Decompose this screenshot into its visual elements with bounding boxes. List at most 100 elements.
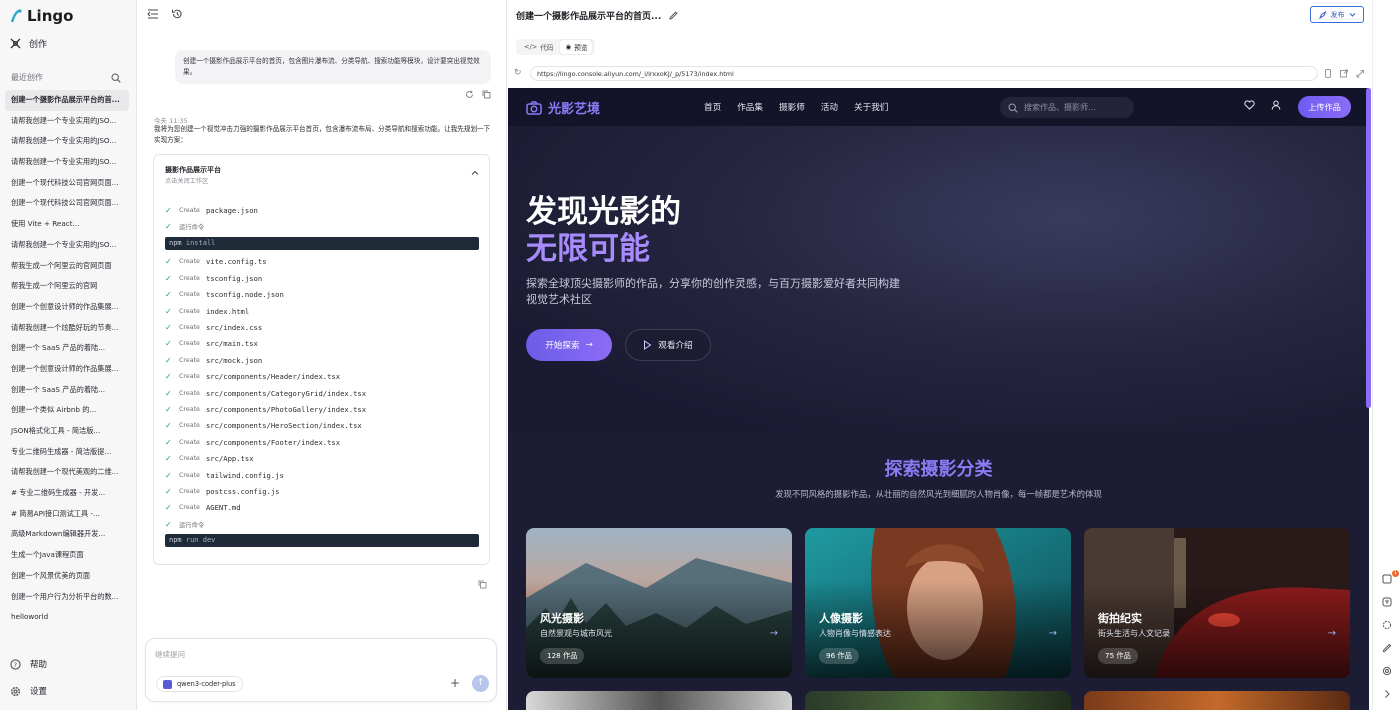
- history-item[interactable]: JSON格式化工具 - 简洁版...: [5, 421, 129, 442]
- category-card-nature[interactable]: [805, 691, 1071, 710]
- step-list: ✓ Create package.json ✓ 运行命令 npm install ✓ Crea…: [165, 202, 479, 551]
- help-link[interactable]: ? 帮助: [10, 658, 47, 670]
- composer-input[interactable]: 继续提问: [155, 649, 185, 660]
- history-item[interactable]: 高级Markdown编辑器开发...: [5, 524, 129, 545]
- command-block[interactable]: npm run dev: [165, 534, 479, 548]
- command-block[interactable]: npm install: [165, 236, 479, 250]
- send-button[interactable]: ↑: [472, 675, 489, 692]
- edit-icon[interactable]: [1382, 643, 1392, 653]
- chevron-right-icon[interactable]: [1382, 689, 1392, 699]
- publish-button[interactable]: 发布: [1310, 6, 1364, 23]
- history-item[interactable]: 请帮我创建一个专业实用的JSO...: [5, 235, 129, 256]
- search-icon[interactable]: [111, 72, 121, 83]
- history-icon[interactable]: [171, 8, 183, 20]
- gear-icon: [11, 686, 20, 696]
- file-step[interactable]: ✓ Create index.html: [165, 303, 479, 319]
- file-step[interactable]: ✓ Create AGENT.md: [165, 500, 479, 516]
- retry-icon[interactable]: [465, 90, 474, 99]
- copy-icon[interactable]: [478, 580, 487, 589]
- tab-preview[interactable]: ◉ 预览: [560, 40, 593, 54]
- model-selector[interactable]: qwen3-coder-plus: [156, 676, 243, 692]
- history-item[interactable]: 创建一个摄影作品展示平台的首...: [5, 90, 129, 111]
- file-step[interactable]: ✓ Create src/components/Header/index.tsx: [165, 369, 479, 385]
- preview-scrollbar[interactable]: [1366, 88, 1371, 408]
- open-external-icon[interactable]: [1340, 69, 1348, 78]
- history-item[interactable]: 请帮我创建一个现代美观的二维...: [5, 462, 129, 483]
- file-step[interactable]: ✓ Create tailwind.config.js: [165, 467, 479, 483]
- site-nav-link[interactable]: 活动: [821, 101, 838, 113]
- mobile-view-icon[interactable]: [1324, 69, 1332, 78]
- history-item[interactable]: # 专业二维码生成器 - 开发...: [5, 483, 129, 504]
- refresh-icon[interactable]: ↻: [514, 68, 522, 78]
- edit-icon[interactable]: [669, 11, 678, 20]
- category-card-portrait[interactable]: 人像摄影 人物肖像与情感表达 96 作品 →: [805, 528, 1071, 678]
- file-step[interactable]: ✓ Create src/index.css: [165, 319, 479, 335]
- chevron-up-icon[interactable]: [471, 169, 479, 177]
- watch-intro-button[interactable]: 观看介绍: [625, 329, 711, 361]
- file-step[interactable]: ✓ Create src/main.tsx: [165, 336, 479, 352]
- support-icon[interactable]: [1382, 666, 1392, 676]
- file-step[interactable]: ✓ Create src/components/CategoryGrid/index…: [165, 385, 479, 401]
- site-nav-link[interactable]: 关于我们: [854, 101, 888, 113]
- category-card-landscape[interactable]: 风光摄影 自然景观与城市风光 128 作品 →: [526, 528, 792, 678]
- file-step[interactable]: ✓ Create src/components/Footer/index.tsx: [165, 434, 479, 450]
- history-item[interactable]: 创建一个创意设计师的作品集展...: [5, 297, 129, 318]
- file-step[interactable]: ✓ Create package.json: [165, 202, 479, 218]
- preview-panel: 创建一个摄影作品展示平台的首页... 发布 </> 代码 ◉ 预览 ↻ https:…: [508, 0, 1372, 710]
- settings-icon[interactable]: [1382, 620, 1392, 630]
- app-brand[interactable]: Lingo: [10, 7, 73, 25]
- history-item[interactable]: 帮我生成一个阿里云的官网页面: [5, 256, 129, 277]
- user-icon[interactable]: [1271, 100, 1281, 110]
- history-item[interactable]: 创建一个 SaaS 产品的着陆...: [5, 338, 129, 359]
- history-item[interactable]: 请帮我创建一个专业实用的JSO...: [5, 131, 129, 152]
- history-item[interactable]: 使用 Vite + React...: [5, 214, 129, 235]
- user-message: 创建一个摄影作品展示平台的首页，包含图片瀑布流、分类导航、搜索功能等模块，设计要…: [175, 50, 491, 84]
- site-nav-link[interactable]: 摄影师: [779, 101, 805, 113]
- file-step[interactable]: ✓ Create postcss.config.js: [165, 483, 479, 499]
- history-item[interactable]: 生成一个Java课程页面: [5, 545, 129, 566]
- workspace-card[interactable]: 摄影作品展示平台 点击关闭工作区 ✓ Create package.json ✓ 运行命…: [153, 154, 490, 565]
- history-item[interactable]: 帮我生成一个阿里云的官网: [5, 276, 129, 297]
- heart-icon[interactable]: [1244, 100, 1255, 110]
- site-search[interactable]: 搜索作品、摄影师...: [1000, 97, 1134, 118]
- file-step[interactable]: ✓ Create src/components/PhotoGallery/index…: [165, 401, 479, 417]
- collapse-sidebar-icon[interactable]: [147, 8, 159, 20]
- history-item[interactable]: 创建一个用户行为分析平台的数...: [5, 587, 129, 608]
- file-step[interactable]: ✓ Create tsconfig.json: [165, 270, 479, 286]
- add-attachment-button[interactable]: +: [450, 676, 460, 690]
- composer[interactable]: 继续提问 qwen3-coder-plus + ↑: [145, 638, 497, 702]
- file-step[interactable]: ✓ Create src/components/HeroSection/index.…: [165, 418, 479, 434]
- category-card-autumn[interactable]: [1084, 691, 1350, 710]
- site-nav-link[interactable]: 作品集: [737, 101, 763, 113]
- translate-icon[interactable]: [1382, 597, 1392, 607]
- site-logo[interactable]: 光影艺境: [526, 98, 600, 117]
- url-field[interactable]: https://lingo.console.aliyun.com/_i/lrxx…: [530, 66, 1318, 81]
- fullscreen-icon[interactable]: [1356, 69, 1364, 78]
- history-item[interactable]: 创建一个现代科技公司官网页面...: [5, 173, 129, 194]
- file-step[interactable]: ✓ Create vite.config.ts: [165, 254, 479, 270]
- history-item[interactable]: # 简易API接口测试工具 -...: [5, 504, 129, 525]
- copy-icon[interactable]: [482, 90, 491, 99]
- site-nav-link[interactable]: 首页: [704, 101, 721, 113]
- history-item[interactable]: 创建一个现代科技公司官网页面...: [5, 193, 129, 214]
- history-item[interactable]: 创建一个创意设计师的作品集展...: [5, 359, 129, 380]
- file-step[interactable]: ✓ Create src/App.tsx: [165, 450, 479, 466]
- file-step[interactable]: ✓ Create src/mock.json: [165, 352, 479, 368]
- nav-create[interactable]: 创作: [10, 37, 47, 50]
- history-item[interactable]: 专业二维码生成器 - 简洁版提...: [5, 442, 129, 463]
- settings-link[interactable]: 设置: [10, 685, 47, 697]
- history-item[interactable]: 请帮我创建一个专业实用的JSO...: [5, 152, 129, 173]
- history-item[interactable]: 请帮我创建一个专业实用的JSO...: [5, 111, 129, 132]
- history-item[interactable]: 创建一个风景优美的页面: [5, 566, 129, 587]
- tab-code[interactable]: </> 代码: [519, 40, 558, 54]
- category-card-street[interactable]: 街拍纪实 街头生活与人文记录 75 作品 →: [1084, 528, 1350, 678]
- history-item[interactable]: 创建一个 SaaS 产品的着陆...: [5, 380, 129, 401]
- category-card-architecture[interactable]: [526, 691, 792, 710]
- explore-button[interactable]: 开始探索 →: [526, 329, 612, 361]
- file-step[interactable]: ✓ Create tsconfig.node.json: [165, 287, 479, 303]
- history-item[interactable]: helloworld: [5, 607, 129, 628]
- history-item[interactable]: 创建一个类似 Airbnb 的...: [5, 400, 129, 421]
- notification-icon[interactable]: [1382, 574, 1392, 584]
- history-item[interactable]: 请帮我创建一个炫酷好玩的节奏...: [5, 318, 129, 339]
- upload-button[interactable]: 上传作品: [1298, 96, 1351, 118]
